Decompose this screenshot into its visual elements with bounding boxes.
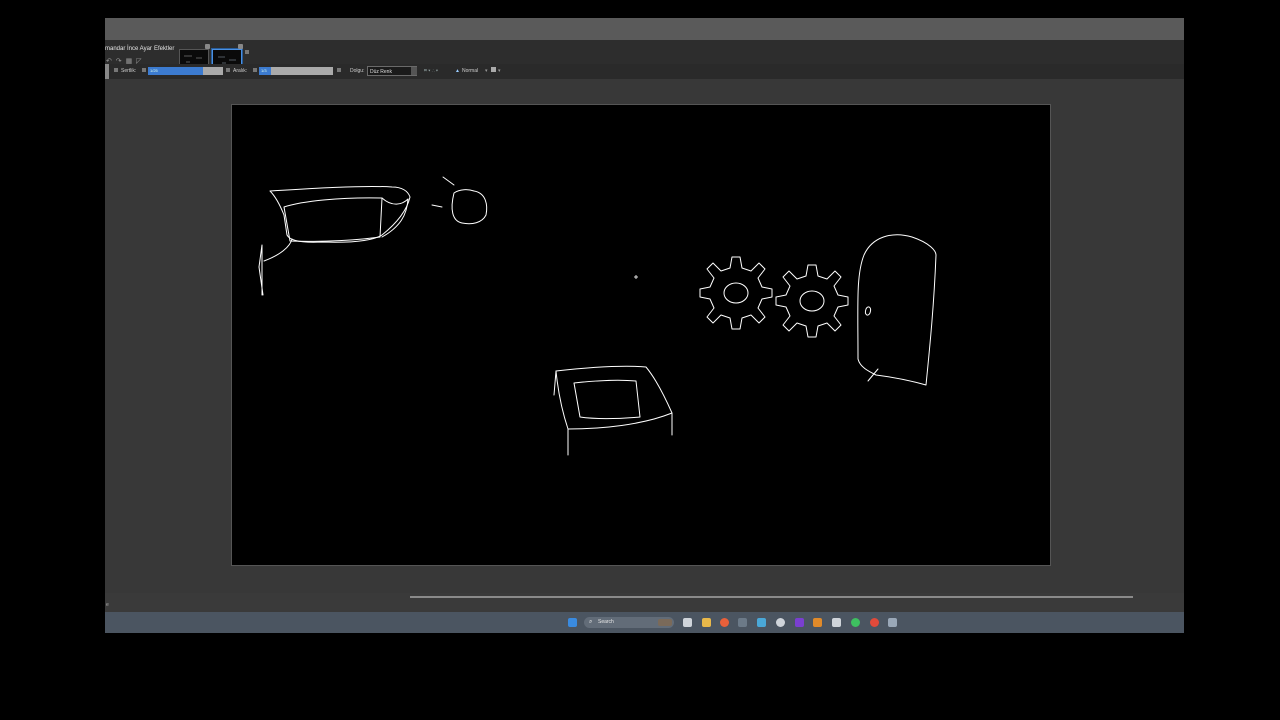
status-text: e	[106, 602, 109, 608]
fill-dropdown[interactable]: Düz Renk	[367, 66, 417, 76]
opacity-toggle[interactable]	[226, 68, 230, 72]
tool-options-bar: Sertlik: 1/25 Aralık: 1/3 Dolgu: Düz Ren…	[105, 64, 1184, 80]
browser-icon[interactable]	[720, 618, 729, 627]
door-sketch	[857, 234, 937, 386]
tab-effects[interactable]: Efektler	[154, 46, 174, 52]
opacity-value: 1/3	[259, 67, 271, 75]
messaging-icon[interactable]	[851, 618, 860, 627]
camera-front-face	[283, 197, 383, 242]
app-icon[interactable]	[832, 618, 841, 627]
fill-toggle[interactable]	[337, 68, 341, 72]
horizontal-scrollbar[interactable]	[410, 596, 1133, 598]
close-icon[interactable]	[238, 44, 243, 49]
paint-app-icon[interactable]	[888, 618, 897, 627]
file-explorer-icon[interactable]	[702, 618, 711, 627]
alpha-chevron-icon[interactable]: ▾	[498, 68, 501, 74]
gear-left-sketch	[699, 256, 773, 330]
blend-mode-icon[interactable]: ▲	[455, 68, 460, 74]
laptop-stand-sketch	[553, 370, 673, 456]
thickness-slider[interactable]: 1/25	[148, 67, 223, 75]
alpha-icon[interactable]	[491, 67, 496, 72]
app-icon[interactable]	[757, 618, 766, 627]
bulb-ray-sketch	[431, 176, 455, 208]
add-tab-icon[interactable]	[245, 50, 249, 54]
search-icon: ⌕	[589, 619, 593, 625]
opacity-label: Aralık:	[233, 68, 248, 74]
blend-mode-dropdown[interactable]: Normal	[462, 68, 478, 74]
antialias-toggle[interactable]	[114, 68, 118, 72]
taskbar-search[interactable]: ⌕ Search	[584, 617, 674, 628]
app-window: mandar İnce Ayar Efektler ↶ ↷ ▦ ◸ Sertli…	[105, 18, 1184, 633]
camera-cable-sketch	[263, 238, 293, 262]
laptop-sketch	[555, 365, 673, 430]
app-icon[interactable]	[813, 618, 822, 627]
search-placeholder: Search	[598, 619, 614, 625]
close-icon[interactable]	[205, 44, 210, 49]
camera-sketch	[269, 185, 411, 243]
opacity-lock[interactable]	[253, 68, 257, 72]
fill-label: Dolgu:	[350, 68, 365, 74]
thickness-value: 1/25	[148, 67, 203, 75]
tab-adjustments[interactable]: İnce Ayar	[127, 46, 152, 52]
title-bar	[105, 18, 1184, 40]
ribbon: mandar İnce Ayar Efektler ↶ ↷ ▦ ◸	[105, 40, 1184, 69]
opacity-slider[interactable]: 1/3	[259, 67, 333, 75]
blend-chevron-icon[interactable]: ▾	[485, 68, 488, 74]
app-icon[interactable]	[776, 618, 785, 627]
camera-stand-sketch	[258, 244, 264, 296]
gear-right-sketch	[775, 264, 849, 338]
thickness-label: Sertlik:	[121, 68, 137, 74]
start-menu-icon[interactable]	[568, 618, 577, 627]
drawing-canvas[interactable]	[231, 104, 1051, 566]
blend-mode-icons[interactable]: ⌗ ▾ ∴ ▾	[424, 68, 438, 74]
search-highlight-icon	[658, 619, 672, 626]
os-taskbar: ⌕ Search	[105, 612, 1184, 633]
thickness-toggle[interactable]	[142, 68, 146, 72]
door-knob-sketch	[865, 306, 871, 316]
cursor-crosshair-icon	[634, 275, 638, 279]
app-icon[interactable]	[738, 618, 747, 627]
sketch-layer	[258, 176, 937, 456]
tab-commands[interactable]: mandar	[105, 46, 125, 52]
toolbar-grip[interactable]	[105, 64, 109, 79]
canvas-workspace	[105, 79, 1184, 593]
chevron-down-icon[interactable]	[411, 67, 417, 75]
app-icon[interactable]	[870, 618, 879, 627]
bulb-sketch	[451, 189, 488, 225]
app-icon[interactable]	[795, 618, 804, 627]
laptop-screen-sketch	[573, 379, 641, 419]
task-view-icon[interactable]	[683, 618, 692, 627]
